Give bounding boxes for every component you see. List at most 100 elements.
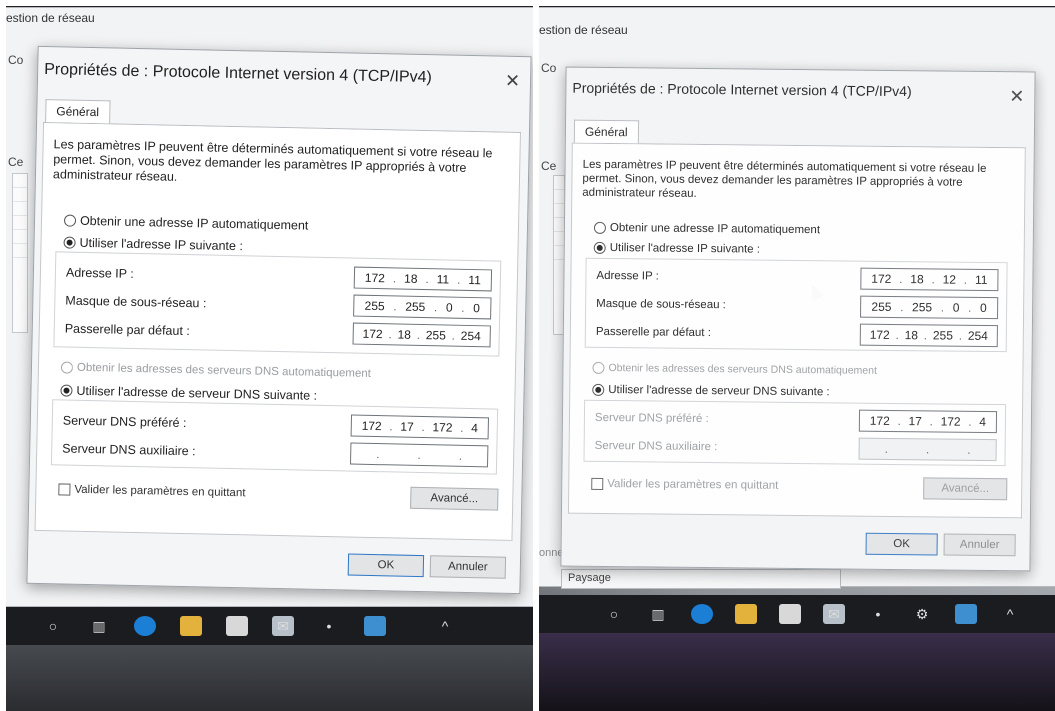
network-icon[interactable] <box>955 604 977 624</box>
radio-button-selected[interactable] <box>63 236 76 249</box>
general-panel: Les paramètres IP peuvent être déterminé… <box>34 123 521 541</box>
ip-octet: 255 <box>912 300 933 315</box>
radio-manual-ip[interactable]: Utiliser l'adresse IP suivante : <box>593 241 760 256</box>
radio-manual-ip-label: Utiliser l'adresse IP suivante : <box>79 235 244 254</box>
radio-auto-ip-label: Obtenir une adresse IP automatiquement <box>609 222 821 237</box>
file-explorer-icon[interactable] <box>180 616 202 636</box>
dns-group: Serveur DNS préféré : 172. 17. 172. 4 Se… <box>583 399 1007 467</box>
advanced-button[interactable]: Avancé... <box>410 486 499 511</box>
ok-button[interactable]: OK <box>865 532 938 556</box>
radio-auto-dns[interactable]: Obtenir les adresses des serveurs DNS au… <box>60 361 371 380</box>
subnet-mask-field[interactable]: 255. 255. 0. 0 <box>860 295 999 320</box>
background-fragment-co: Co <box>8 53 24 67</box>
tray-chevron-icon[interactable]: ^ <box>999 604 1021 624</box>
ip-octet: 172 <box>871 271 892 286</box>
subnet-mask-field[interactable]: 255. 255. 0. 0 <box>353 294 492 320</box>
tab-general[interactable]: Général <box>573 119 639 144</box>
ip-octet: 18 <box>910 272 924 287</box>
dns-preferred-field[interactable]: 172. 17. 172. 4 <box>350 414 490 440</box>
background-dropdown[interactable]: Paysage <box>561 569 841 589</box>
search-icon[interactable]: ○ <box>603 604 625 624</box>
radio-auto-dns[interactable]: Obtenir les adresses des serveurs DNS au… <box>592 361 877 377</box>
mail-icon[interactable]: ✉ <box>272 616 294 636</box>
radio-button-selected[interactable] <box>592 383 605 396</box>
radio-manual-dns-label: Utiliser l'adresse de serveur DNS suivan… <box>608 384 830 399</box>
file-explorer-icon[interactable] <box>735 604 757 624</box>
dns-preferred-field[interactable]: 172. 17. 172. 4 <box>858 409 998 434</box>
ok-button[interactable]: OK <box>347 553 425 578</box>
network-icon[interactable] <box>364 616 386 636</box>
general-panel: Les paramètres IP peuvent être déterminé… <box>567 143 1026 519</box>
ip-octet: 4 <box>979 414 987 429</box>
ip-address-row: Adresse IP : 172. 18. 11. 11 <box>65 261 493 294</box>
task-view-icon[interactable]: ▥ <box>647 604 669 624</box>
radio-button-disabled[interactable] <box>592 361 605 374</box>
settings-icon[interactable]: ⚙ <box>911 604 933 624</box>
radio-auto-ip[interactable]: Obtenir une adresse IP automatiquement <box>63 213 309 233</box>
ip-address-field[interactable]: 172. 18. 12. 11 <box>860 267 999 292</box>
store-icon[interactable] <box>226 616 248 636</box>
search-icon[interactable]: ○ <box>42 616 64 636</box>
ip-octet: 4 <box>471 421 479 436</box>
cancel-button[interactable]: Annuler <box>943 533 1016 557</box>
ip-octet: 172 <box>361 418 382 434</box>
radio-button[interactable] <box>593 221 607 234</box>
ip-address-label: Adresse IP : <box>65 265 134 281</box>
ip-octet: 172 <box>869 327 890 342</box>
ip-octet: 11 <box>468 272 481 288</box>
validate-checkbox[interactable] <box>591 477 604 490</box>
radio-auto-dns-label: Obtenir les adresses des serveurs DNS au… <box>608 362 877 377</box>
store-icon[interactable] <box>779 604 801 624</box>
validate-checkbox[interactable] <box>58 483 71 496</box>
ip-octet: 18 <box>403 271 418 286</box>
ip-octet: 255 <box>425 328 446 343</box>
edge-icon[interactable] <box>691 604 713 624</box>
ip-octet: 172 <box>940 414 961 429</box>
radio-button[interactable] <box>63 214 77 227</box>
validate-on-exit[interactable]: Valider les paramètres en quittant <box>58 483 246 499</box>
ip-group: Adresse IP : 172. 18. 11. 11 Masque de s… <box>53 251 502 357</box>
radio-manual-ip[interactable]: Utiliser l'adresse IP suivante : <box>63 235 243 253</box>
close-icon[interactable]: ✕ <box>1009 86 1024 107</box>
dns-group: Serveur DNS préféré : 172. 17. 172. 4 Se… <box>50 399 499 475</box>
taskbar: ○ ▥ ✉ • ⚙ ^ <box>539 595 1055 633</box>
cancel-button[interactable]: Annuler <box>429 555 507 579</box>
ip-octet: 18 <box>904 328 919 343</box>
background-list <box>12 173 28 333</box>
subnet-mask-row: Masque de sous-réseau : 255. 255. 0. 0 <box>596 293 999 321</box>
gateway-row: Passerelle par défaut : 172. 18. 255. 25… <box>596 321 998 349</box>
dns-preferred-label: Serveur DNS préféré : <box>594 411 709 426</box>
app-icon[interactable]: • <box>318 616 340 636</box>
dns-alternate-field[interactable]: ... <box>858 437 997 462</box>
validate-on-exit[interactable]: Valider les paramètres en quittant <box>591 477 778 492</box>
ip-octet: 18 <box>397 327 412 342</box>
dns-alternate-label: Serveur DNS auxiliaire : <box>62 441 196 459</box>
subnet-mask-label: Masque de sous-réseau : <box>65 293 207 311</box>
left-photo: estion de réseau Co Ce Propriétés de : P… <box>6 6 533 711</box>
dns-alternate-field[interactable]: ... <box>349 442 489 468</box>
radio-manual-dns[interactable]: Utiliser l'adresse de serveur DNS suivan… <box>592 383 830 399</box>
ip-address-field[interactable]: 172. 18. 11. 11 <box>353 266 493 292</box>
ip-octet: 0 <box>979 300 987 315</box>
mail-icon[interactable]: ✉ <box>823 604 845 624</box>
ipv4-properties-dialog: Propriétés de : Protocole Internet versi… <box>26 45 532 595</box>
ip-address-label: Adresse IP : <box>596 269 659 283</box>
edge-icon[interactable] <box>134 616 156 636</box>
dns-alternate-row: Serveur DNS auxiliaire : ... <box>62 436 489 469</box>
app-icon[interactable]: • <box>867 604 889 624</box>
radio-button-selected[interactable] <box>593 241 606 254</box>
close-icon[interactable]: ✕ <box>505 71 521 92</box>
gateway-field[interactable]: 172. 18. 255. 254 <box>859 323 998 348</box>
dns-preferred-row: Serveur DNS préféré : 172. 17. 172. 4 <box>594 407 998 435</box>
gateway-field[interactable]: 172. 18. 255. 254 <box>352 322 491 348</box>
ip-address-row: Adresse IP : 172. 18. 12. 11 <box>596 265 999 293</box>
tab-general[interactable]: Général <box>45 99 111 124</box>
ip-octet: 17 <box>908 414 922 429</box>
radio-auto-ip[interactable]: Obtenir une adresse IP automatiquement <box>593 221 821 237</box>
ip-octet: 172 <box>364 270 386 286</box>
task-view-icon[interactable]: ▥ <box>88 616 110 636</box>
radio-button-selected[interactable] <box>60 384 73 397</box>
advanced-button[interactable]: Avancé... <box>923 477 1008 501</box>
background-fragment-ce: Ce <box>541 159 557 173</box>
tray-chevron-icon[interactable]: ^ <box>434 616 456 636</box>
